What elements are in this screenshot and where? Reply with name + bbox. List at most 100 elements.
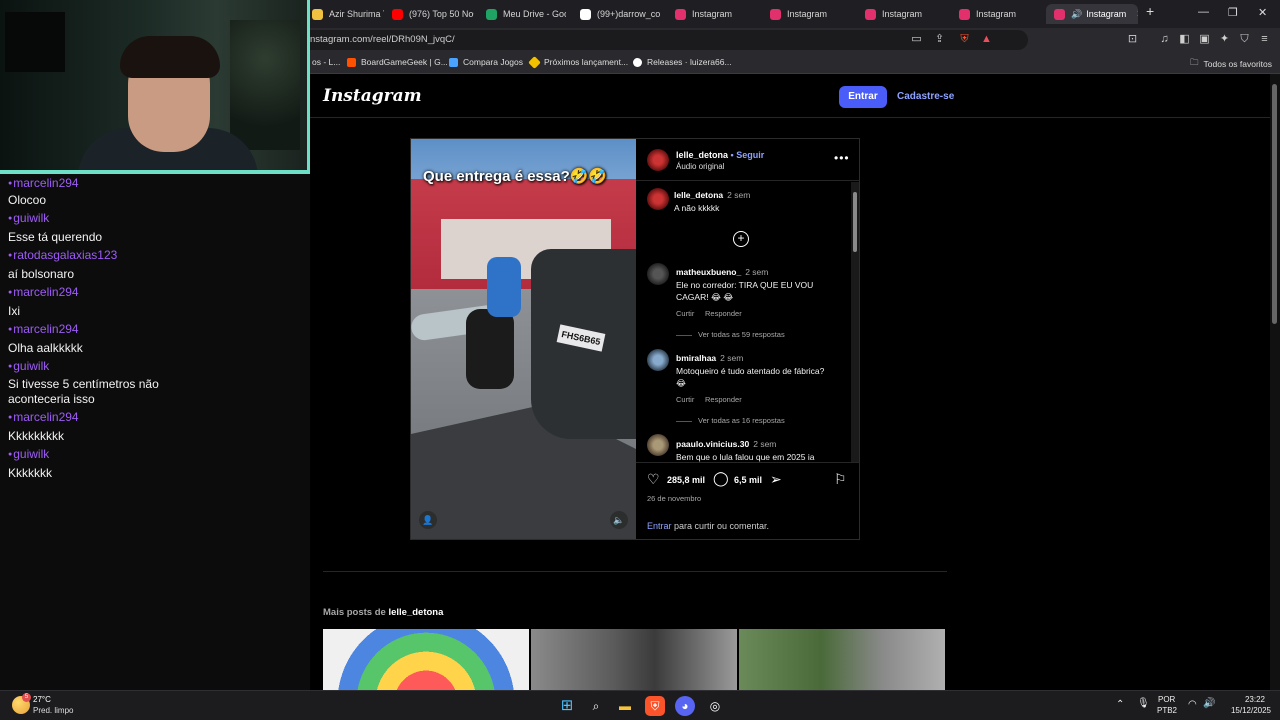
comment-username[interactable]: paaulo.vinicius.30 bbox=[676, 439, 749, 449]
login-link[interactable]: Entrar bbox=[647, 521, 672, 531]
search-icon[interactable]: ⌕ bbox=[586, 696, 606, 716]
more-options-icon[interactable]: ••• bbox=[834, 151, 850, 165]
restore-button[interactable]: ❐ bbox=[1228, 6, 1238, 19]
bookmark-label: BoardGameGeek | G... bbox=[361, 57, 448, 67]
instagram-logo[interactable]: Instagram bbox=[323, 86, 422, 106]
avatar[interactable] bbox=[647, 263, 669, 285]
wallet-icon[interactable]: ▣ bbox=[1198, 33, 1211, 46]
brave-rewards-icon[interactable]: ▲ bbox=[980, 33, 993, 46]
brave-shield-icon[interactable]: ⛨ bbox=[958, 33, 971, 46]
close-window-button[interactable]: ✕ bbox=[1258, 6, 1267, 19]
reply-comment-button[interactable]: Responder bbox=[705, 395, 742, 404]
close-tab-icon[interactable]: ✕ bbox=[1136, 9, 1138, 20]
post-thumbnail[interactable] bbox=[531, 629, 737, 690]
proximos-lancamentos-icon bbox=[528, 55, 541, 69]
minimize-button[interactable]: — bbox=[1198, 6, 1209, 18]
keyboard-layout[interactable]: PTB2 bbox=[1157, 706, 1177, 715]
chat-username: guiwilk bbox=[8, 211, 49, 226]
tab-azir[interactable]: Azir Shurima TFT bbox=[312, 4, 384, 24]
follow-button[interactable]: • Seguir bbox=[731, 150, 765, 160]
avatar[interactable] bbox=[647, 149, 669, 171]
bookmark-save-icon[interactable]: ⚐ bbox=[834, 471, 847, 488]
post-thumbnail[interactable] bbox=[323, 629, 529, 690]
tab-drive[interactable]: Meu Drive - Goo bbox=[486, 4, 566, 24]
caption-author[interactable]: lelle_detona 2 sem bbox=[674, 190, 750, 200]
clock-time[interactable]: 23:22 bbox=[1235, 695, 1275, 704]
cast-icon[interactable]: ▭ bbox=[910, 33, 923, 46]
bookmark-item[interactable]: Releases · luizera66... bbox=[633, 57, 732, 67]
load-more-comments-icon[interactable]: + bbox=[733, 231, 749, 247]
bookmark-item[interactable]: BoardGameGeek | G... bbox=[347, 57, 448, 67]
like-comment-button[interactable]: Curtir bbox=[676, 309, 694, 318]
comment-time: 2 sem bbox=[745, 267, 769, 277]
reply-comment-button[interactable]: Responder bbox=[705, 309, 742, 318]
view-replies-button[interactable]: Ver todas as 59 respostas bbox=[676, 330, 785, 339]
volume-icon[interactable]: 🔊 bbox=[1203, 698, 1215, 709]
post-thumbnail[interactable] bbox=[739, 629, 945, 690]
streamer-figure bbox=[120, 36, 220, 78]
comment-username[interactable]: bmiralhaa bbox=[676, 353, 716, 363]
screenshot-icon[interactable]: ⊡ bbox=[1126, 33, 1139, 46]
like-heart-icon[interactable]: ♡ bbox=[647, 471, 660, 488]
chat-message: Kkkkkkk bbox=[8, 466, 53, 480]
avatar[interactable] bbox=[647, 188, 669, 210]
share-icon[interactable]: ⇪ bbox=[933, 33, 946, 46]
comment-header: bmiralhaa 2 sem bbox=[676, 353, 743, 363]
discord-icon[interactable]: ◕ bbox=[675, 696, 695, 716]
page-scroll-thumb[interactable] bbox=[1272, 84, 1277, 324]
audio-label[interactable]: Áudio original bbox=[676, 162, 724, 171]
tab-instagram-active[interactable]: 🔊Instagram ✕ bbox=[1046, 4, 1138, 24]
comments-scroll-thumb[interactable] bbox=[853, 192, 857, 252]
brave-browser-icon[interactable]: ⛨ bbox=[645, 696, 665, 716]
author-username[interactable]: lelle_detona bbox=[676, 150, 728, 160]
microphone-icon[interactable]: 🎙 bbox=[1137, 698, 1150, 709]
start-windows-icon[interactable]: ⊞ bbox=[557, 696, 577, 716]
comments-scrollbar[interactable] bbox=[851, 182, 859, 462]
clock-date[interactable]: 15/12/2025 bbox=[1226, 706, 1276, 715]
comment-icon[interactable]: ◯ bbox=[713, 470, 729, 487]
comment-header: paaulo.vinicius.30 2 sem bbox=[676, 439, 776, 449]
bookmark-item[interactable]: os - L... bbox=[312, 57, 340, 67]
more-posts-username[interactable]: lelle_detona bbox=[388, 607, 443, 618]
new-tab-button[interactable]: + bbox=[1146, 3, 1154, 19]
tray-expand-icon[interactable]: ⌃ bbox=[1116, 699, 1124, 710]
bookmark-item[interactable]: Próximos lançament... bbox=[528, 55, 628, 69]
media-icon[interactable]: ♫ bbox=[1158, 33, 1171, 46]
leo-ai-icon[interactable]: ✦ bbox=[1218, 33, 1231, 46]
avatar[interactable] bbox=[647, 349, 669, 371]
video-scene bbox=[487, 257, 521, 317]
page-scrollbar[interactable] bbox=[1270, 74, 1280, 690]
signup-link[interactable]: Cadastre-se bbox=[897, 91, 954, 102]
sidebar-icon[interactable]: ◧ bbox=[1178, 33, 1191, 46]
weather-temp[interactable]: 27°C bbox=[33, 695, 51, 704]
vpn-icon[interactable]: ⛉ bbox=[1238, 33, 1251, 46]
language-indicator[interactable]: POR bbox=[1158, 695, 1175, 704]
file-explorer-icon[interactable]: ▬ bbox=[615, 696, 635, 716]
tab-instagram-1[interactable]: Instagram bbox=[675, 4, 755, 24]
like-comment-button[interactable]: Curtir bbox=[676, 395, 694, 404]
user-tags-icon[interactable]: 👤 bbox=[419, 511, 437, 529]
chat-username: guiwilk bbox=[8, 359, 49, 374]
mute-icon[interactable]: 🔈 bbox=[610, 511, 628, 529]
obs-icon[interactable]: ◎ bbox=[705, 696, 725, 716]
wifi-icon[interactable]: ◠ bbox=[1188, 699, 1197, 710]
youtube-icon bbox=[392, 8, 403, 20]
comment-username[interactable]: lelle_detona bbox=[674, 190, 723, 200]
login-button[interactable]: Entrar bbox=[839, 86, 887, 108]
avatar[interactable] bbox=[647, 434, 669, 456]
author-name[interactable]: lelle_detona • Seguir bbox=[676, 150, 764, 160]
menu-icon[interactable]: ≡ bbox=[1258, 33, 1271, 46]
tab-youtube[interactable]: (976) Top 50 NoC bbox=[392, 4, 474, 24]
reel-video[interactable]: FHS6B65 Que entrega é essa?🤣🤣 👤 🔈 bbox=[411, 139, 636, 539]
view-replies-button[interactable]: Ver todas as 16 respostas bbox=[676, 416, 785, 425]
tab-tiktok[interactable]: (99+)darrow_cor bbox=[580, 4, 660, 24]
bookmark-item[interactable]: Compara Jogos bbox=[449, 57, 523, 67]
all-bookmarks-button[interactable]: 🗀 Todos os favoritos bbox=[1190, 57, 1272, 71]
share-send-icon[interactable]: ➢ bbox=[770, 471, 782, 488]
comment-username[interactable]: matheuxbueno_ bbox=[676, 267, 741, 277]
tab-instagram-4[interactable]: Instagram bbox=[959, 4, 1039, 24]
weather-condition[interactable]: Pred. limpo bbox=[33, 706, 73, 715]
instagram-icon bbox=[959, 8, 970, 20]
tab-instagram-2[interactable]: Instagram bbox=[770, 4, 850, 24]
tab-instagram-3[interactable]: Instagram bbox=[865, 4, 945, 24]
